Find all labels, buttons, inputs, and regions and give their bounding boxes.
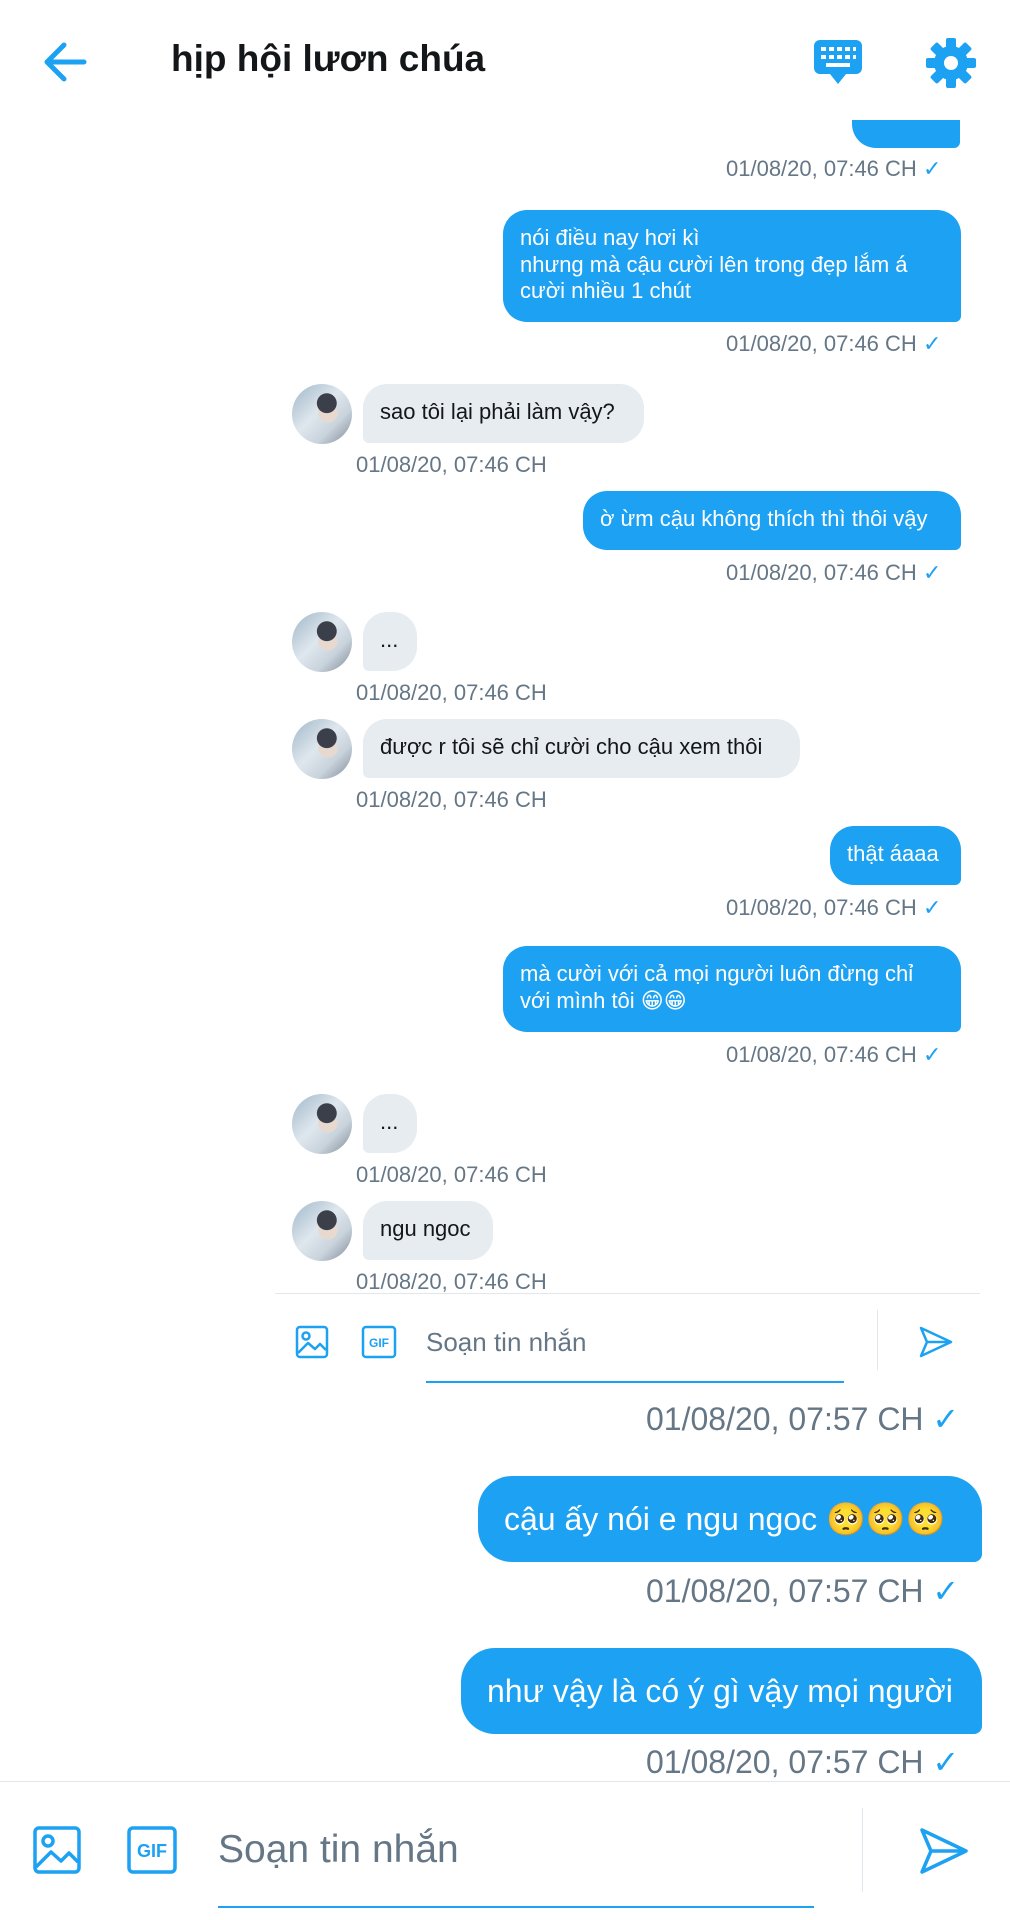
- message-bubble-incoming[interactable]: ...: [363, 1094, 417, 1153]
- divider: [877, 1310, 878, 1370]
- svg-text:GIF: GIF: [137, 1841, 167, 1861]
- sent-check-icon: ✓: [932, 1401, 960, 1437]
- back-button[interactable]: [40, 40, 90, 84]
- message-bubble-partial: [852, 120, 960, 148]
- conversation-title: hịp hội lươn chúa: [171, 38, 486, 79]
- message-input[interactable]: Soạn tin nhắn: [218, 1828, 459, 1872]
- message-timestamp: 01/08/20, 07:46 CH ✓: [726, 156, 942, 181]
- keyboard-shortcuts-button[interactable]: [812, 36, 864, 90]
- send-icon: [919, 1326, 953, 1358]
- composer-divider: [862, 1808, 863, 1892]
- message-bubble-outgoing[interactable]: nói điều nay hơi kì nhưng mà cậu cười lê…: [503, 210, 961, 322]
- composer-divider: [0, 1781, 1010, 1782]
- avatar[interactable]: [292, 1201, 352, 1261]
- message-bubble-outgoing[interactable]: mà cười với cả mọi người luôn đừng chỉ v…: [503, 946, 961, 1032]
- avatar[interactable]: [292, 1094, 352, 1154]
- gif-icon: GIF: [127, 1826, 177, 1874]
- message-bubble-incoming[interactable]: được r tôi sẽ chỉ cười cho cậu xem thôi: [363, 719, 800, 778]
- message-bubble-outgoing[interactable]: thật áaaa: [830, 826, 961, 885]
- message-bubble-outgoing[interactable]: như vậy là có ý gì vậy mọi người: [461, 1648, 982, 1734]
- add-gif-button[interactable]: GIF: [126, 1825, 178, 1875]
- image-icon: [295, 1325, 329, 1359]
- message-timestamp: 01/08/20, 07:46 CH: [356, 680, 547, 705]
- conversation-header: hịp hội lươn chúa: [0, 0, 1010, 126]
- message-timestamp: 01/08/20, 07:46 CH: [356, 787, 547, 812]
- send-icon: [920, 1828, 968, 1874]
- add-photo-button[interactable]: [32, 1825, 82, 1875]
- sent-check-icon: ✓: [922, 560, 942, 585]
- message-timestamp: 01/08/20, 07:46 CH ✓: [726, 895, 942, 920]
- settings-button[interactable]: [924, 36, 978, 90]
- input-underline: [426, 1381, 844, 1383]
- sent-check-icon: ✓: [932, 1744, 960, 1780]
- gear-icon: [926, 38, 976, 88]
- gif-icon: GIF: [361, 1325, 397, 1359]
- message-bubble-incoming[interactable]: ngu ngoc: [363, 1201, 493, 1260]
- message-bubble-outgoing[interactable]: cậu ấy nói e ngu ngoc 🥺🥺🥺: [478, 1476, 982, 1562]
- message-bubble-outgoing[interactable]: ờ ừm cậu không thích thì thôi vậy: [583, 491, 961, 550]
- arrow-left-icon: [44, 42, 87, 82]
- message-timestamp: 01/08/20, 07:46 CH ✓: [726, 1042, 942, 1067]
- message-timestamp: 01/08/20, 07:57 CH ✓: [646, 1744, 960, 1780]
- svg-text:GIF: GIF: [369, 1336, 389, 1350]
- sent-check-icon: ✓: [922, 156, 942, 181]
- add-gif-button[interactable]: GIF: [361, 1325, 397, 1359]
- message-timestamp: 01/08/20, 07:46 CH ✓: [726, 560, 942, 585]
- sent-check-icon: ✓: [922, 895, 942, 920]
- input-underline: [218, 1906, 814, 1908]
- message-timestamp: 01/08/20, 07:46 CH: [356, 1269, 547, 1294]
- message-timestamp: 01/08/20, 07:46 CH: [356, 1162, 547, 1187]
- message-timestamp: 01/08/20, 07:46 CH: [356, 452, 547, 477]
- image-icon: [33, 1826, 81, 1874]
- sent-check-icon: ✓: [922, 331, 942, 356]
- avatar[interactable]: [292, 719, 352, 779]
- message-bubble-incoming[interactable]: ...: [363, 612, 417, 671]
- message-input[interactable]: Soạn tin nhắn: [426, 1327, 586, 1358]
- message-bubble-incoming[interactable]: sao tôi lại phải làm vậy?: [363, 384, 644, 443]
- keyboard-icon: [814, 40, 862, 84]
- send-button[interactable]: [918, 1826, 970, 1876]
- sent-check-icon: ✓: [922, 1042, 942, 1067]
- sent-check-icon: ✓: [932, 1573, 960, 1609]
- message-timestamp: 01/08/20, 07:46 CH ✓: [726, 331, 942, 356]
- send-button[interactable]: [918, 1325, 954, 1359]
- message-timestamp: 01/08/20, 07:57 CH ✓: [646, 1573, 960, 1609]
- avatar[interactable]: [292, 384, 352, 444]
- divider: [275, 1293, 980, 1294]
- avatar[interactable]: [292, 612, 352, 672]
- message-timestamp: 01/08/20, 07:57 CH ✓: [646, 1401, 960, 1437]
- add-photo-button[interactable]: [295, 1325, 329, 1359]
